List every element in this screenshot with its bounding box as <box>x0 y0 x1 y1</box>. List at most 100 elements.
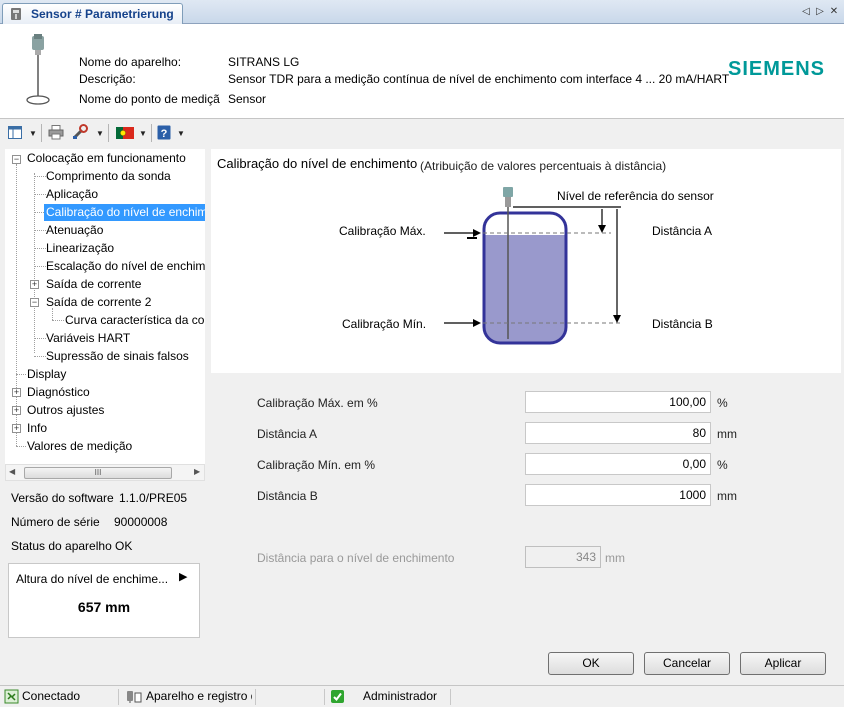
expand-icon[interactable]: + <box>12 388 21 397</box>
connected-icon <box>4 689 19 704</box>
play-arrow-icon[interactable]: ▶ <box>179 570 187 583</box>
tree-item-colocacao[interactable]: Colocação em funcionamento <box>27 150 186 167</box>
tree-item-atenuacao[interactable]: Atenuação <box>46 222 103 239</box>
tree-item-saida-corrente-2[interactable]: Saída de corrente 2 <box>46 294 151 311</box>
tree-item-calibracao[interactable]: Calibração do nível de enchim <box>44 204 205 221</box>
collapse-icon[interactable]: − <box>12 155 21 164</box>
ok-button[interactable]: OK <box>548 652 634 675</box>
description-label: Descrição: <box>79 72 136 86</box>
chevron-down-icon[interactable]: ▼ <box>139 129 147 138</box>
tree-item-linearizacao[interactable]: Linearização <box>46 240 114 257</box>
scroll-right-icon[interactable]: ▶ <box>194 467 200 476</box>
distance-a-arrow-icon <box>598 225 606 233</box>
tree-item-comprimento[interactable]: Comprimento da sonda <box>46 168 171 185</box>
svg-text:?: ? <box>161 128 168 140</box>
status-connected: Conectado <box>22 689 81 703</box>
nav-prev-icon[interactable]: ◁ <box>801 6 811 17</box>
tree-item-info[interactable]: Info <box>27 420 47 437</box>
tank-diagram <box>444 187 621 345</box>
wrench-icon[interactable] <box>72 124 88 140</box>
sensor-device-icon <box>26 34 50 105</box>
collapse-icon[interactable]: − <box>30 298 39 307</box>
tree-item-aplicacao[interactable]: Aplicação <box>46 186 98 203</box>
cancel-button[interactable]: Cancelar <box>644 652 730 675</box>
distance-a-input[interactable]: 80 <box>525 422 711 444</box>
help-icon[interactable]: ? <box>157 125 171 140</box>
device-name-value: SITRANS LG <box>228 55 300 69</box>
software-label: Versão do software <box>11 491 114 505</box>
max-cal-input[interactable]: 100,00 <box>525 391 711 413</box>
expand-icon[interactable]: + <box>30 280 39 289</box>
toolbar-separator <box>41 124 42 142</box>
tree-item-display[interactable]: Display <box>27 366 66 383</box>
serial-label: Número de série <box>11 515 100 529</box>
device-name-label: Nome do aparelho: <box>79 55 182 69</box>
tree-item-saida-corrente[interactable]: Saída de corrente <box>46 276 141 293</box>
fill-level-box: Altura do nível de enchime... ▶ 657 mm <box>8 563 200 638</box>
distance-a-field-label: Distância A <box>257 427 318 441</box>
tree-horizontal-scrollbar[interactable]: ◀ III ▶ <box>5 464 205 481</box>
navigation-tree[interactable]: − Colocação em funcionamento Comprimento… <box>5 149 205 464</box>
max-cal-label: Calibração Máx. em % <box>257 396 378 410</box>
parameters-panel: Calibração Máx. em % 100,00 % Distância … <box>211 376 841 638</box>
description-value: Sensor TDR para a medição contínua de ní… <box>228 72 730 86</box>
min-arrow-icon <box>473 319 481 327</box>
fill-distance-label: Distância para o nível de enchimento <box>257 551 455 565</box>
sensor-flange <box>505 197 511 207</box>
toolbar-separator <box>108 124 109 142</box>
tree-item-curva[interactable]: Curva característica da cor <box>65 312 205 329</box>
fill-distance-unit: mm <box>605 551 625 565</box>
tab-sensor-parametrierung[interactable]: Sensor # Parametrierung <box>2 3 183 24</box>
tree-item-diagnostico[interactable]: Diagnóstico <box>27 384 90 401</box>
sensor-icon <box>11 8 21 20</box>
min-cal-unit: % <box>717 458 728 472</box>
status-value: OK <box>115 539 133 553</box>
device-registry-icon <box>127 691 142 703</box>
tree-item-outros-ajustes[interactable]: Outros ajustes <box>27 402 104 419</box>
calibration-diagram-panel: Calibração do nível de enchimento (Atrib… <box>211 149 841 373</box>
tree-item-escalacao[interactable]: Escalação do nível de enchime <box>46 258 205 275</box>
tree-item-variaveis-hart[interactable]: Variáveis HART <box>46 330 130 347</box>
expand-icon[interactable]: + <box>12 406 21 415</box>
serial-value: 90000008 <box>114 515 168 529</box>
tab-title: Sensor # Parametrierung <box>31 7 174 21</box>
tree-item-valores[interactable]: Valores de medição <box>27 438 132 455</box>
distance-b-arrow-icon <box>613 315 621 323</box>
measuring-point-value: Sensor <box>228 92 267 106</box>
status-bar: Conectado Aparelho e registro d Administ… <box>0 685 844 707</box>
tree-item-supressao[interactable]: Supressão de sinais falsos <box>46 348 189 365</box>
distance-a-unit: mm <box>717 427 737 441</box>
min-cal-input[interactable]: 0,00 <box>525 453 711 475</box>
tank-fill <box>485 235 565 342</box>
portugal-flag-icon[interactable] <box>116 127 134 139</box>
status-user: Administrador <box>363 689 438 703</box>
print-icon[interactable] <box>48 125 64 140</box>
scroll-left-icon[interactable]: ◀ <box>9 467 15 476</box>
toolbar-separator <box>151 124 152 142</box>
max-arrow-icon <box>473 229 481 237</box>
status-separator <box>324 689 325 705</box>
status-separator <box>255 689 256 705</box>
window-layout-icon[interactable] <box>8 126 22 139</box>
expand-icon[interactable]: + <box>12 424 21 433</box>
fill-level-title: Altura do nível de enchime... <box>16 572 169 586</box>
status-separator <box>118 689 119 705</box>
fill-level-value: 657 mm <box>77 599 131 615</box>
checkmark-icon <box>331 690 344 703</box>
nav-next-icon[interactable]: ▷ <box>815 6 825 17</box>
max-cal-unit: % <box>717 396 728 410</box>
apply-button[interactable]: Aplicar <box>740 652 826 675</box>
siemens-logo: SIEMENS <box>728 58 826 80</box>
status-separator <box>450 689 451 705</box>
device-header: Nome do aparelho: SITRANS LG Descrição: … <box>0 24 844 119</box>
close-icon[interactable]: ✕ <box>829 6 839 17</box>
distance-b-input[interactable]: 1000 <box>525 484 711 506</box>
fill-distance-input: 343 <box>525 546 601 568</box>
min-cal-label: Calibração Mín. em % <box>257 458 376 472</box>
scrollbar-thumb[interactable]: III <box>24 467 172 479</box>
distance-b-unit: mm <box>717 489 737 503</box>
distance-b-field-label: Distância B <box>257 489 318 503</box>
chevron-down-icon[interactable]: ▼ <box>96 129 104 138</box>
chevron-down-icon[interactable]: ▼ <box>29 129 37 138</box>
chevron-down-icon[interactable]: ▼ <box>177 129 185 138</box>
